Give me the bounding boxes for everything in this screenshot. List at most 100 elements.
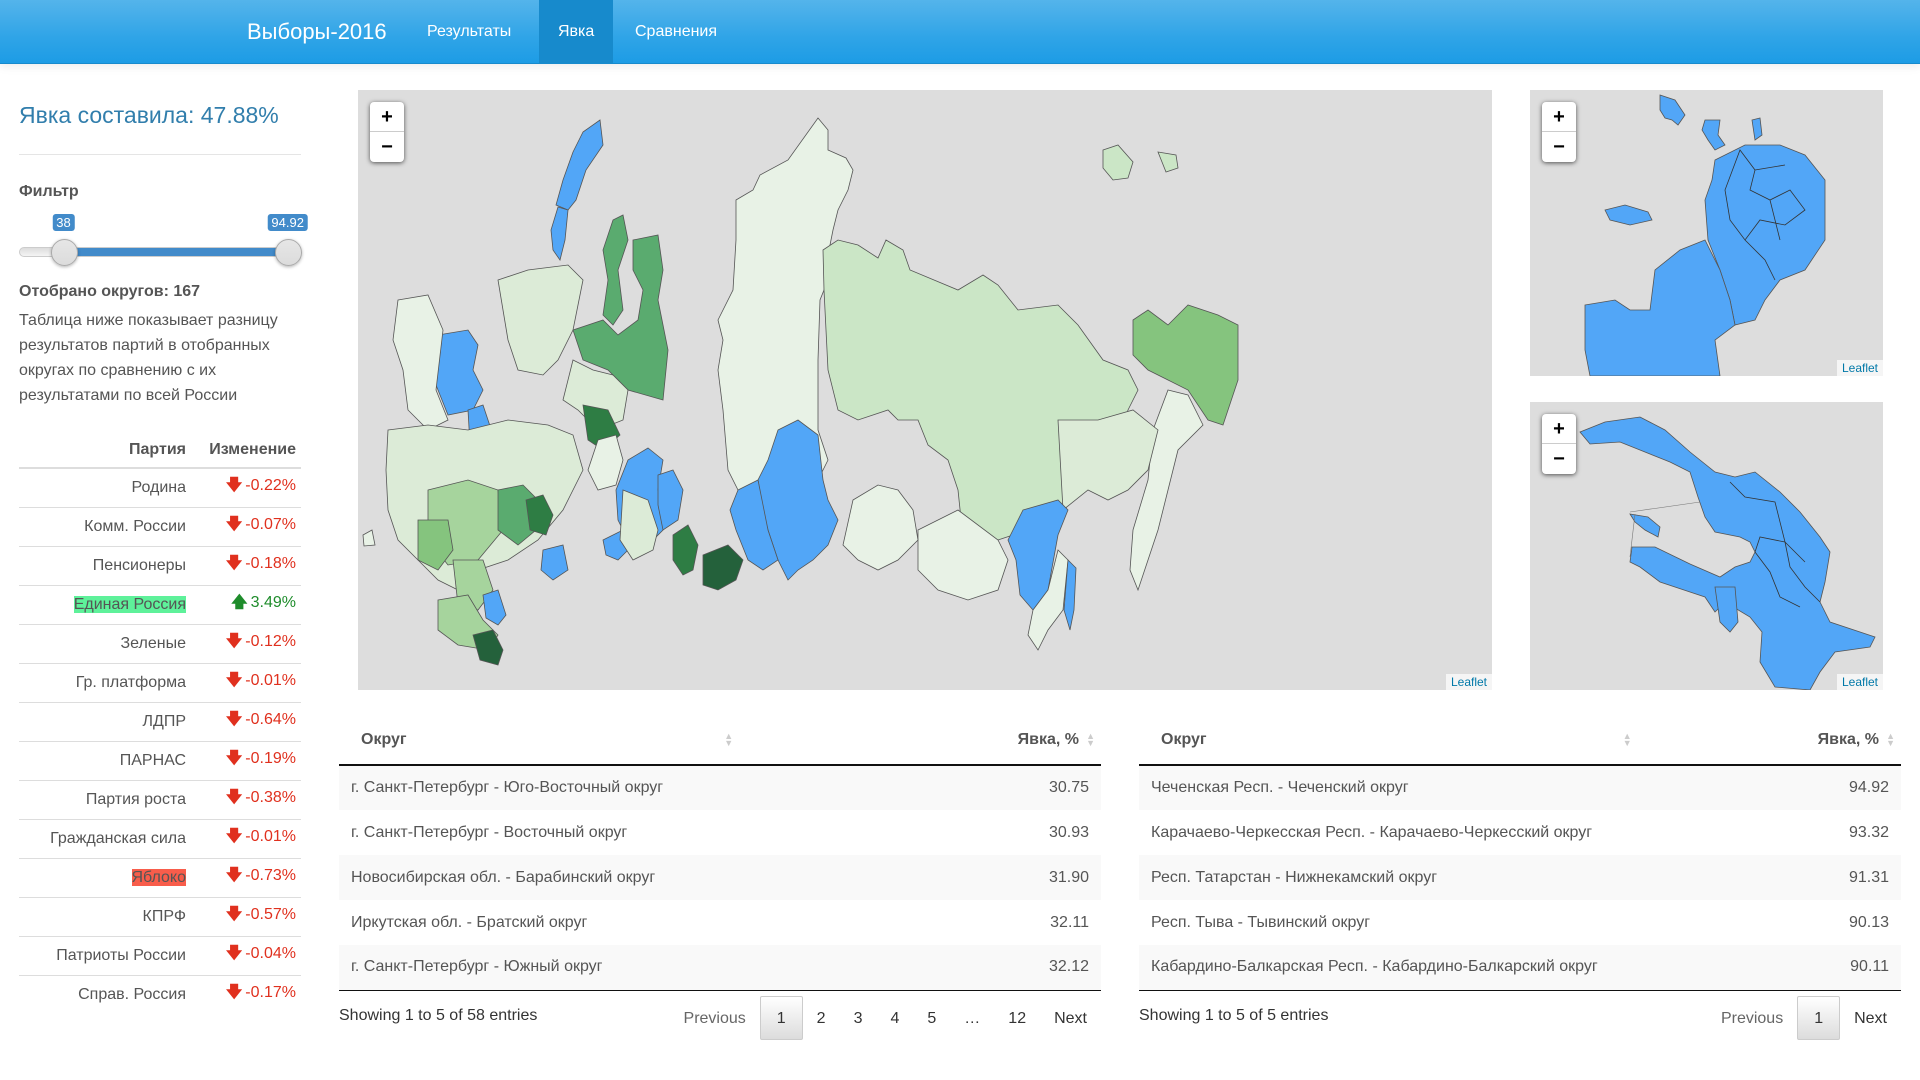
- arrow-down-icon: 🡇: [225, 828, 243, 845]
- zoom-control: + −: [1542, 102, 1576, 162]
- spb-choropleth[interactable]: [1530, 402, 1883, 690]
- party-change: 🡇 -0.18%: [191, 545, 301, 585]
- zoom-in-button[interactable]: +: [370, 102, 404, 132]
- page-button[interactable]: 1: [759, 995, 803, 1040]
- region-shape: [1584, 239, 1736, 376]
- region-shape: [702, 544, 744, 591]
- arrow-down-icon: 🡇: [225, 984, 243, 1002]
- district-column-header[interactable]: Округ ▲ ▼: [1139, 715, 1762, 766]
- page-button[interactable]: 5: [913, 996, 950, 1040]
- navbar: Выборы-2016 Результаты Явка Сравнения: [0, 0, 1920, 64]
- russia-choropleth[interactable]: [358, 90, 1492, 690]
- table-row[interactable]: г. Санкт-Петербург - Восточный округ 30.9…: [339, 810, 1101, 855]
- party-label: Комм. России: [84, 517, 186, 535]
- arrow-down-icon: 🡇: [225, 789, 243, 806]
- party-label: КПРФ: [142, 907, 186, 925]
- tab-results[interactable]: Результаты: [408, 0, 530, 64]
- previous-page-button[interactable]: Previous: [1707, 996, 1797, 1040]
- divider: [19, 154, 301, 155]
- slider-from-handle[interactable]: [50, 239, 78, 266]
- party-row: Единая Россия 🡅 3.49%: [19, 584, 301, 624]
- party-change: 🡇 -0.12%: [191, 623, 301, 663]
- turnout-column-header[interactable]: Явка, % ▲ ▼: [919, 715, 1101, 766]
- turnout-range-slider[interactable]: 38 94.92: [19, 214, 308, 274]
- tab-comparisons[interactable]: Сравнения: [616, 0, 736, 64]
- next-page-button[interactable]: Next: [1040, 996, 1101, 1040]
- party-change: 🡇 -0.04%: [191, 935, 301, 975]
- zoom-in-button[interactable]: +: [1542, 414, 1576, 444]
- party-label: Единая Россия: [73, 595, 186, 613]
- party-name: Партия роста: [19, 779, 191, 819]
- slider-from-label: 38: [52, 214, 75, 231]
- table-row[interactable]: Респ. Татарстан - Нижнекамский округ 91.3…: [1139, 855, 1901, 900]
- pagination: Previous 1 2 3 4 5… 12 Next: [670, 993, 1101, 1043]
- leaflet-attribution-link[interactable]: Leaflet: [1836, 674, 1883, 690]
- party-name: Зеленые: [19, 623, 191, 663]
- region-shape: [1751, 117, 1763, 141]
- leaflet-attribution-link[interactable]: Leaflet: [1836, 360, 1883, 376]
- region-shape: [362, 529, 376, 547]
- region-shape: [540, 544, 569, 581]
- region-shape: [1157, 151, 1179, 173]
- page-button[interactable]: 3: [840, 996, 877, 1040]
- party-change: 🡇 -0.38%: [191, 779, 301, 819]
- turnout-cell: 30.75: [919, 765, 1101, 810]
- change-value: -0.73%: [245, 867, 296, 884]
- page-button[interactable]: 12: [994, 996, 1040, 1040]
- party-label: ЛДПР: [142, 712, 186, 730]
- table-row[interactable]: Карачаево-Черкесская Респ. - Карачаево-Ч…: [1139, 810, 1901, 855]
- moscow-choropleth[interactable]: [1530, 90, 1883, 376]
- turnout-cell: 91.31: [1761, 855, 1901, 900]
- turnout-cell: 90.13: [1848, 913, 1889, 931]
- change-value: 3.49%: [250, 594, 296, 611]
- zoom-in-button[interactable]: +: [1542, 102, 1576, 132]
- turnout-header-label: Явка, %: [1817, 730, 1879, 748]
- moscow-map[interactable]: + − Leaflet: [1530, 90, 1883, 376]
- page-button[interactable]: 1: [1797, 995, 1841, 1040]
- brand-title[interactable]: Выборы-2016: [247, 0, 387, 64]
- party-name: Справ. Россия: [19, 974, 191, 1014]
- table-row[interactable]: Чеченская Респ. - Чеченский округ 94.92: [1139, 765, 1901, 810]
- leaflet-attribution-link[interactable]: Leaflet: [1445, 674, 1492, 690]
- table-row[interactable]: Иркутская обл. - Братский округ 32.11: [339, 900, 1101, 945]
- zoom-out-button[interactable]: −: [370, 132, 404, 162]
- turnout-cell: 94.92: [1761, 765, 1901, 810]
- party-change: 🡇 -0.19%: [191, 740, 301, 780]
- zoom-control: + −: [370, 102, 404, 162]
- slider-to-handle[interactable]: [274, 239, 302, 266]
- change-value: -0.01%: [245, 828, 296, 845]
- party-name: Яблоко: [19, 857, 191, 897]
- pagination: Previous 1 Next: [1707, 993, 1901, 1043]
- district-cell: Новосибирская обл. - Барабинский округ: [339, 855, 920, 900]
- region-shape: [555, 119, 604, 211]
- table-row[interactable]: Новосибирская обл. - Барабинский округ 31…: [339, 855, 1101, 900]
- zoom-out-button[interactable]: −: [1542, 444, 1576, 474]
- change-value: -0.64%: [245, 711, 296, 728]
- party-label: Патриоты России: [56, 946, 186, 964]
- district-column-header[interactable]: Округ ▲ ▼: [339, 715, 920, 766]
- table-row[interactable]: г. Санкт-Петербург - Южный округ 32.12: [339, 945, 1101, 991]
- table-row[interactable]: Респ. Тыва - Тывинский округ 90.13: [1139, 900, 1901, 945]
- party-row: Пенсионеры 🡇 -0.18%: [19, 545, 301, 585]
- party-row: Гр. платформа 🡇 -0.01%: [19, 662, 301, 702]
- page-button[interactable]: 4: [876, 996, 913, 1040]
- table-row[interactable]: Кабардино-Балкарская Респ. - Кабардино-Б…: [1139, 945, 1901, 991]
- sort-icon: ▲ ▼: [1086, 731, 1095, 748]
- party-change: 🡇 -0.22%: [191, 467, 301, 507]
- table-footer: Showing 1 to 5 of 58 entries Previous 1 2 3…: [339, 993, 1101, 1045]
- entries-info: Showing 1 to 5 of 58 entries: [339, 1006, 538, 1024]
- page-button[interactable]: 2: [803, 996, 840, 1040]
- tab-turnout[interactable]: Явка: [539, 0, 614, 64]
- region-shape: [672, 524, 699, 576]
- main-map[interactable]: + − Leaflet: [358, 90, 1492, 690]
- change-value: -0.12%: [245, 633, 296, 650]
- table-row[interactable]: г. Санкт-Петербург - Юго-Восточный округ…: [339, 765, 1101, 810]
- zoom-out-button[interactable]: −: [1542, 132, 1576, 162]
- next-page-button[interactable]: Next: [1840, 996, 1901, 1040]
- party-name: Единая Россия: [19, 584, 191, 624]
- spb-map[interactable]: + − Leaflet: [1530, 402, 1883, 690]
- change-value: -0.19%: [245, 750, 296, 767]
- table-footer: Showing 1 to 5 of 5 entries Previous 1 Nex…: [1139, 993, 1901, 1045]
- turnout-column-header[interactable]: Явка, % ▲ ▼: [1761, 715, 1901, 766]
- previous-page-button[interactable]: Previous: [670, 996, 760, 1040]
